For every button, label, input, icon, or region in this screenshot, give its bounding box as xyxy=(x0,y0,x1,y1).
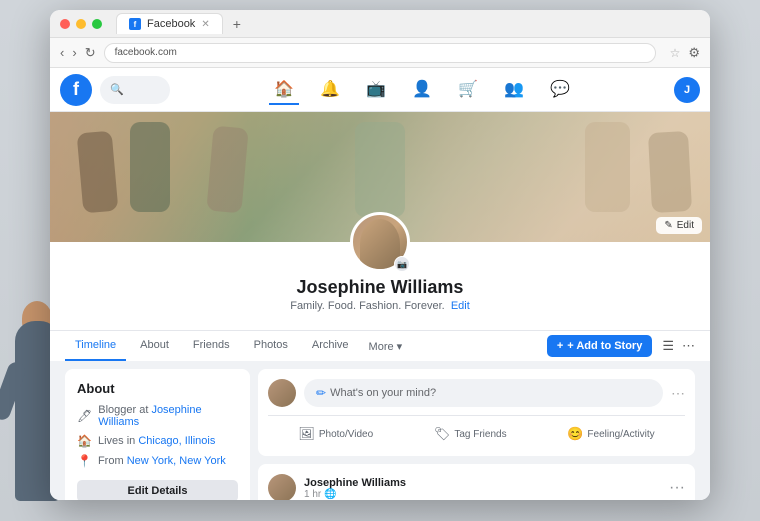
new-tab-icon[interactable]: + xyxy=(233,16,241,32)
feed-username: Josephine Williams xyxy=(304,477,661,489)
add-story-button[interactable]: + + Add to Story xyxy=(547,335,653,357)
tab-more[interactable]: More ▾ xyxy=(363,332,409,361)
more-options-icon[interactable]: ⋯ xyxy=(682,338,695,354)
photo-video-label: Photo/Video xyxy=(319,429,373,440)
post-input[interactable]: ✏ What's on your mind? xyxy=(304,379,663,407)
profile-bio: Family. Food. Fashion. Forever. Edit xyxy=(290,300,470,312)
back-button[interactable]: ‹ xyxy=(60,45,64,60)
left-column: About 🖊 Blogger at Josephine Williams 🏠 … xyxy=(65,369,250,500)
post-placeholder: What's on your mind? xyxy=(330,387,436,399)
edit-details-button[interactable]: Edit Details xyxy=(77,480,238,500)
post-box: ✏ What's on your mind? ⋯ 🖼 Photo/Video 🏷… xyxy=(258,369,695,456)
nav-bell-icon[interactable]: 🔔 xyxy=(315,75,345,105)
main-content: About 🖊 Blogger at Josephine Williams 🏠 … xyxy=(50,361,710,500)
fb-header: f 🔍 🏠 🔔 📺 👤 🛒 👥 💬 J xyxy=(50,68,710,112)
about-item-lives: 🏠 Lives in Chicago, Illinois xyxy=(77,434,238,448)
tag-friends-label: Tag Friends xyxy=(454,429,506,440)
address-bar[interactable]: facebook.com xyxy=(104,43,656,63)
traffic-light-green[interactable] xyxy=(92,19,102,29)
traffic-light-red[interactable] xyxy=(60,19,70,29)
tab-about[interactable]: About xyxy=(130,331,179,361)
cover-edit-button[interactable]: ✎ Edit xyxy=(656,217,702,234)
profile-info-area: 📷 Josephine Williams Family. Food. Fashi… xyxy=(50,242,710,322)
feed-post-header: Josephine Williams 1 hr 🌐 ··· xyxy=(258,464,695,500)
tab-friends[interactable]: Friends xyxy=(183,331,240,361)
feeling-icon: 😊 xyxy=(567,426,583,442)
nav-store-icon[interactable]: 🛒 xyxy=(453,75,483,105)
nav-messages-icon[interactable]: 💬 xyxy=(545,75,575,105)
feed-time-text: 1 hr xyxy=(304,489,321,500)
location-icon: 📍 xyxy=(77,454,92,468)
about-item-from: 📍 From New York, New York xyxy=(77,454,238,468)
nav-home-icon[interactable]: 🏠 xyxy=(269,75,299,105)
fb-search-box[interactable]: 🔍 xyxy=(100,76,170,104)
about-item-blogger: 🖊 Blogger at Josephine Williams xyxy=(77,404,238,428)
edit-cover-icon: ✎ xyxy=(664,220,672,231)
blogger-link[interactable]: Josephine Williams xyxy=(98,404,201,428)
feed-post-avatar xyxy=(268,474,296,500)
address-text: facebook.com xyxy=(115,47,177,58)
feed-post-time: 1 hr 🌐 xyxy=(304,489,661,500)
bio-edit-link[interactable]: Edit xyxy=(451,300,470,312)
facebook-container: f 🔍 🏠 🔔 📺 👤 🛒 👥 💬 J xyxy=(50,68,710,500)
feed-more-icon[interactable]: ··· xyxy=(669,479,685,497)
nav-profile-icon[interactable]: 👤 xyxy=(407,75,437,105)
photo-video-button[interactable]: 🖼 Photo/Video xyxy=(290,422,381,446)
browser-window: f Facebook ✕ + ‹ › ↻ facebook.com ☆ ⚙ f … xyxy=(50,10,710,500)
fb-nav-icons: 🏠 🔔 📺 👤 🛒 👥 💬 xyxy=(178,75,666,105)
settings-icon[interactable]: ⚙ xyxy=(688,45,700,61)
blogger-icon: 🖊 xyxy=(77,409,92,423)
add-story-label: + Add to Story xyxy=(567,340,642,352)
city-link[interactable]: Chicago, Illinois xyxy=(138,435,215,447)
feed-post: Josephine Williams 1 hr 🌐 ··· 😊😁😂 xyxy=(258,464,695,500)
tag-friends-button[interactable]: 🏷 Tag Friends xyxy=(426,422,515,446)
nav-groups-icon[interactable]: 👥 xyxy=(499,75,529,105)
feeling-activity-label: Feeling/Activity xyxy=(587,429,654,440)
tab-timeline[interactable]: Timeline xyxy=(65,331,126,361)
forward-button[interactable]: › xyxy=(72,45,76,60)
about-card: About 🖊 Blogger at Josephine Williams 🏠 … xyxy=(65,369,250,500)
tab-title: Facebook xyxy=(147,18,195,30)
right-column: ✏ What's on your mind? ⋯ 🖼 Photo/Video 🏷… xyxy=(258,369,695,500)
post-avatar xyxy=(268,379,296,407)
traffic-light-yellow[interactable] xyxy=(76,19,86,29)
feed-user-info: Josephine Williams 1 hr 🌐 xyxy=(304,477,661,500)
tab-close-icon[interactable]: ✕ xyxy=(201,19,209,30)
refresh-button[interactable]: ↻ xyxy=(85,45,96,61)
user-avatar-icon[interactable]: J xyxy=(674,77,700,103)
tag-icon: 🏷 xyxy=(434,426,451,442)
nav-video-icon[interactable]: 📺 xyxy=(361,75,391,105)
fb-nav-right: J xyxy=(674,77,700,103)
browser-nav: ‹ › ↻ facebook.com ☆ ⚙ xyxy=(50,38,710,68)
search-icon: 🔍 xyxy=(110,83,124,96)
tab-photos[interactable]: Photos xyxy=(244,331,298,361)
browser-titlebar: f Facebook ✕ + xyxy=(50,10,710,38)
fb-logo: f xyxy=(60,74,92,106)
about-title: About xyxy=(77,381,238,396)
profile-avatar-wrap: 📷 xyxy=(350,212,410,272)
photo-icon: 🖼 xyxy=(298,426,315,442)
post-actions: 🖼 Photo/Video 🏷 Tag Friends 😊 Feeling/Ac… xyxy=(268,415,685,446)
add-story-icon: + xyxy=(557,340,563,352)
bookmark-icon[interactable]: ☆ xyxy=(670,46,681,60)
feeling-activity-button[interactable]: 😊 Feeling/Activity xyxy=(559,422,662,446)
tab-archive[interactable]: Archive xyxy=(302,331,359,361)
profile-tabs: Timeline About Friends Photos Archive Mo… xyxy=(50,330,710,361)
bio-text: Family. Food. Fashion. Forever. xyxy=(290,300,444,312)
post-input-row: ✏ What's on your mind? ⋯ xyxy=(268,379,685,407)
browser-tab[interactable]: f Facebook ✕ xyxy=(116,13,223,34)
home-icon: 🏠 xyxy=(77,434,92,448)
list-view-icon[interactable]: ☰ xyxy=(662,338,674,354)
globe-icon: 🌐 xyxy=(324,489,336,500)
profile-name: Josephine Williams xyxy=(297,277,464,298)
edit-cover-label: Edit xyxy=(677,220,694,231)
hometown-link[interactable]: New York, New York xyxy=(127,455,226,467)
post-more-icon[interactable]: ⋯ xyxy=(671,385,685,402)
profile-section: ✎ Edit 📷 Josephine Williams Family. Food… xyxy=(50,112,710,361)
tab-favicon: f xyxy=(129,18,141,30)
edit-icon: ✏ xyxy=(316,386,326,400)
avatar-camera-icon[interactable]: 📷 xyxy=(394,256,410,272)
